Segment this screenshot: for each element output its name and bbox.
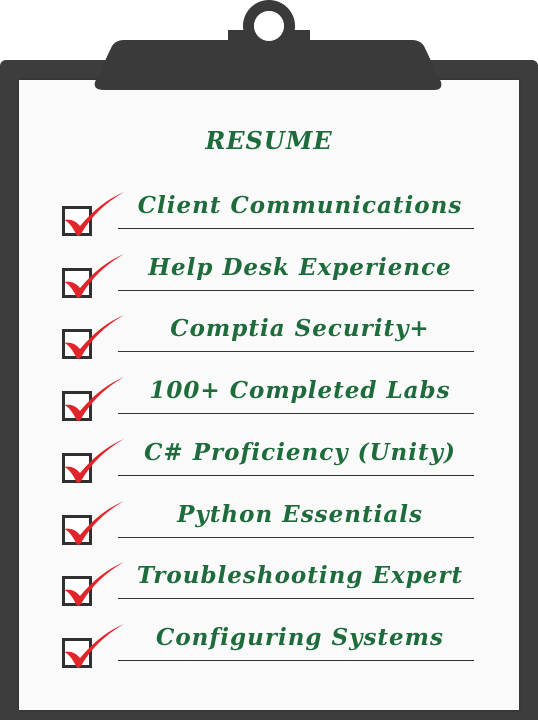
skill-label: Python Essentials [177, 501, 423, 528]
underline [118, 351, 474, 352]
checkmark-icon [64, 562, 124, 606]
underline [118, 475, 474, 476]
list-item: Troubleshooting Expert [0, 558, 538, 620]
checkmark-icon [64, 315, 124, 359]
underline [118, 598, 474, 599]
underline [118, 413, 474, 414]
list-item: Comptia Security+ [0, 311, 538, 373]
skill-label: C# Proficiency (Unity) [144, 439, 456, 466]
skill-label: Comptia Security+ [170, 315, 430, 342]
checkmark-icon [64, 439, 124, 483]
underline [118, 537, 474, 538]
list-item: Configuring Systems [0, 620, 538, 682]
clipboard-clip-icon [94, 0, 442, 90]
checkmark-icon [64, 377, 124, 421]
list-item: C# Proficiency (Unity) [0, 435, 538, 497]
skill-label: Configuring Systems [156, 624, 444, 651]
list-item: Help Desk Experience [0, 250, 538, 312]
skill-label: Troubleshooting Expert [136, 562, 464, 589]
list-item: 100+ Completed Labs [0, 373, 538, 435]
page-title: RESUME [205, 126, 333, 155]
underline [118, 228, 474, 229]
list-item: Client Communications [0, 188, 538, 250]
skill-label: 100+ Completed Labs [149, 377, 451, 404]
underline [118, 660, 474, 661]
checkmark-icon [64, 501, 124, 545]
checkmark-icon [64, 624, 124, 668]
list-item: Python Essentials [0, 497, 538, 559]
skill-label: Client Communications [137, 192, 463, 219]
skill-label: Help Desk Experience [148, 254, 452, 281]
underline [118, 290, 474, 291]
checkmark-icon [64, 192, 124, 236]
checkmark-icon [64, 254, 124, 298]
